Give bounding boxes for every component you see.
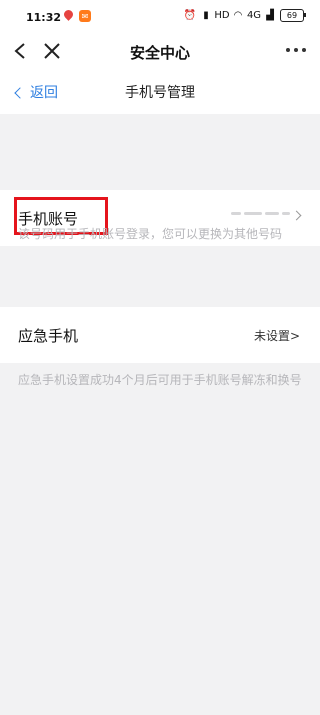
page-title: 安全中心 bbox=[129, 44, 190, 62]
wifi-icon: ◠ bbox=[233, 10, 243, 21]
location-pin-icon bbox=[64, 10, 73, 23]
vibrate-icon: ▮ bbox=[203, 10, 209, 21]
status-right-icons: ⏰ ▮ HD ◠ 4G ▟ 69 bbox=[183, 9, 306, 22]
status-bar: 11:32 ✉ ⏰ ▮ HD ◠ 4G ▟ 69 bbox=[0, 0, 320, 36]
signal-2-icon: ▟ bbox=[266, 10, 274, 21]
status-left-icons: ✉ bbox=[64, 10, 91, 23]
alarm-icon: ⏰ bbox=[183, 10, 197, 21]
chevron-right-icon bbox=[291, 210, 302, 221]
signal-icon: 4G bbox=[246, 10, 262, 21]
emergency-value: 未设置> bbox=[253, 329, 300, 343]
hd-icon: HD bbox=[214, 10, 230, 21]
sub-header: 返回 手机号管理 bbox=[0, 66, 320, 114]
battery-icon: 69 bbox=[280, 9, 306, 22]
masked-phone-value bbox=[231, 212, 290, 215]
title-bar: 安全中心 bbox=[0, 36, 320, 66]
emergency-hint: 应急手机设置成功4个月后可用于手机账号解冻和换号 bbox=[18, 373, 302, 387]
status-time: 11:32 bbox=[26, 11, 62, 24]
app-notification-icon: ✉ bbox=[79, 10, 91, 22]
emergency-row[interactable]: 应急手机 未设置> bbox=[0, 307, 320, 363]
account-hint: 该号码用于手机账号登录，您可以更换为其他号码 bbox=[18, 227, 283, 241]
more-options-icon[interactable] bbox=[286, 48, 306, 52]
emergency-label: 应急手机 bbox=[18, 327, 79, 345]
sub-page-title: 手机号管理 bbox=[125, 85, 195, 101]
